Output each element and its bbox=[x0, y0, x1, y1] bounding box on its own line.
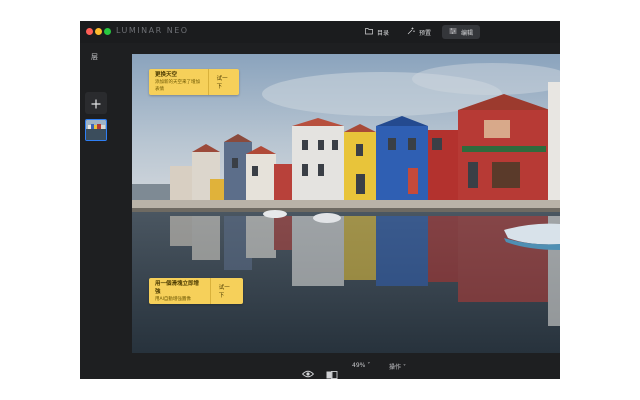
operations-dropdown[interactable]: 操作 ˅ bbox=[389, 362, 406, 371]
zoom-dropdown[interactable]: 49% ˅ bbox=[352, 362, 370, 369]
operations-label: 操作 bbox=[389, 364, 402, 371]
plus-icon bbox=[91, 94, 101, 113]
tab-edit[interactable]: 编辑 bbox=[442, 25, 481, 39]
title-bar: LUMINAR NEO 目录 预置 编辑 bbox=[80, 21, 560, 43]
photo-image bbox=[132, 54, 560, 353]
bottom-toolbar: 49% ˅ 操作 ˅ bbox=[80, 357, 560, 379]
sparkle-icon bbox=[407, 27, 415, 37]
layers-sidebar: 层 bbox=[80, 43, 112, 379]
zoom-level: 49% bbox=[352, 362, 366, 369]
eye-icon[interactable] bbox=[301, 363, 315, 379]
chevron-down-icon: ˅ bbox=[367, 362, 371, 369]
compare-icon[interactable] bbox=[326, 364, 338, 379]
hint-description: 用AI自動增強圖像 bbox=[155, 296, 191, 302]
layers-title: 层 bbox=[91, 53, 98, 61]
app-brand: LUMINAR NEO bbox=[116, 26, 189, 35]
app-window: LUMINAR NEO 目录 预置 编辑 层 更换天空 添加新的天空来了增加表情… bbox=[80, 21, 560, 379]
layer-thumbnail[interactable] bbox=[85, 119, 107, 141]
tab-catalog[interactable]: 目录 bbox=[358, 25, 396, 39]
try-button[interactable]: 试一下 bbox=[211, 278, 243, 304]
zoom-window-button[interactable] bbox=[104, 28, 111, 35]
chevron-down-icon: ˅ bbox=[402, 364, 406, 371]
add-layer-button[interactable] bbox=[85, 92, 107, 114]
hint-enhance: 用一個滑塊立即增強 用AI自動增強圖像 试一下 bbox=[149, 278, 243, 304]
hint-replace-sky: 更换天空 添加新的天空来了增加表情 试一下 bbox=[149, 69, 239, 95]
photo-canvas[interactable] bbox=[132, 54, 560, 353]
hint-title: 更换天空 bbox=[155, 72, 178, 78]
top-tabs: 目录 预置 编辑 bbox=[358, 25, 481, 39]
minimize-window-button[interactable] bbox=[95, 28, 102, 35]
tab-catalog-label: 目录 bbox=[377, 29, 390, 37]
close-window-button[interactable] bbox=[86, 28, 93, 35]
sliders-icon bbox=[449, 27, 457, 37]
hint-description: 添加新的天空来了增加表情 bbox=[155, 80, 200, 92]
tab-presets[interactable]: 预置 bbox=[400, 25, 438, 39]
tab-edit-label: 编辑 bbox=[461, 29, 474, 37]
tab-presets-label: 预置 bbox=[419, 29, 432, 37]
folder-icon bbox=[365, 27, 373, 37]
hint-title: 用一個滑塊立即增強 bbox=[155, 280, 200, 295]
try-button[interactable]: 试一下 bbox=[209, 69, 239, 95]
